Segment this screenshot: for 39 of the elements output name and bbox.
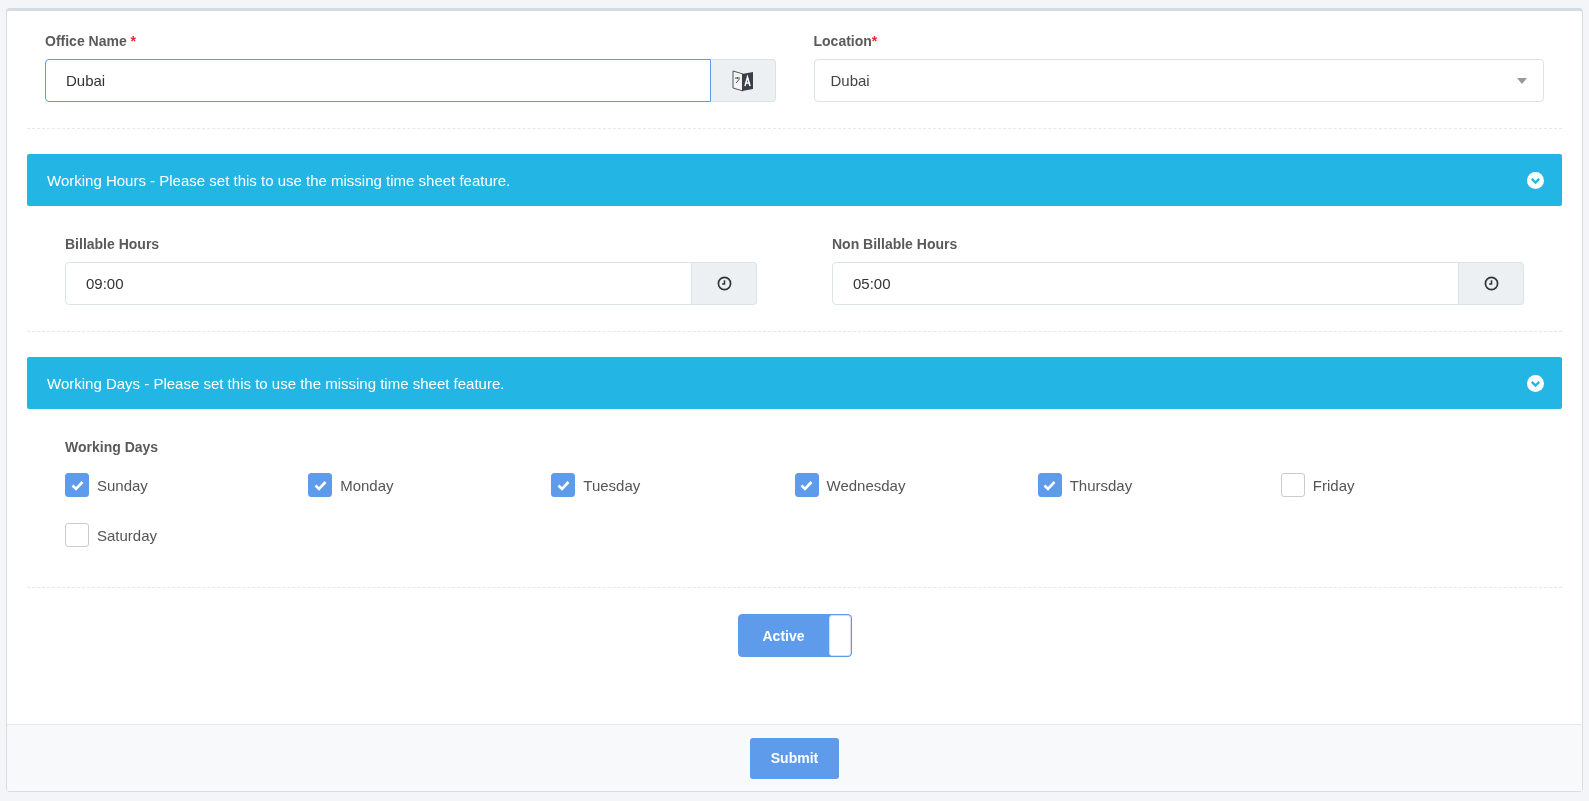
- location-select[interactable]: Dubai: [813, 59, 1544, 102]
- day-label: Tuesday: [583, 476, 641, 494]
- clock-button[interactable]: [1459, 262, 1524, 305]
- checkmark-icon: [556, 479, 570, 491]
- field-label: Office Name *: [45, 33, 138, 49]
- checkmark-icon: [313, 479, 327, 491]
- checkbox[interactable]: [65, 523, 89, 547]
- time-field[interactable]: 09:00: [65, 262, 692, 305]
- checkmark-icon: [800, 479, 813, 491]
- clock-button[interactable]: [692, 262, 757, 305]
- day-label: Saturday: [97, 526, 158, 544]
- chevron-icon[interactable]: [1527, 374, 1544, 392]
- field-label: Billable Hours: [65, 236, 161, 252]
- day-label: Friday: [1312, 476, 1355, 494]
- field-label: Non Billable Hours: [832, 236, 959, 252]
- checkbox[interactable]: [794, 473, 819, 497]
- checkbox[interactable]: [308, 473, 333, 497]
- day-label: Thursday: [1069, 476, 1133, 494]
- day-label: Sunday: [97, 476, 148, 494]
- chevron-icon[interactable]: [1527, 171, 1544, 189]
- day-label: Wednesday: [826, 476, 906, 494]
- time-field[interactable]: 05:00: [832, 262, 1459, 305]
- day-label: Monday: [340, 476, 394, 494]
- checkbox[interactable]: [551, 473, 576, 497]
- checkmark-icon: [1043, 479, 1057, 491]
- section-title: Working Days - Please set this to use the missing time sheet feature.: [47, 374, 505, 392]
- clock-icon: [716, 276, 732, 291]
- checkmark-icon: [70, 479, 84, 491]
- section-title: Working Hours - Please set this to use the missing time sheet feature.: [47, 171, 511, 189]
- translate-icon: [730, 67, 755, 94]
- checkbox[interactable]: [1280, 473, 1305, 497]
- clock-icon: [1483, 276, 1499, 291]
- translate-button[interactable]: [710, 59, 776, 102]
- field-label: Location*: [813, 33, 879, 49]
- checkbox[interactable]: [1037, 473, 1062, 497]
- field-label: Working Days: [65, 439, 160, 455]
- office-name-field[interactable]: Dubai: [45, 59, 711, 102]
- checkbox[interactable]: [65, 473, 89, 497]
- caret-icon: [1517, 77, 1527, 84]
